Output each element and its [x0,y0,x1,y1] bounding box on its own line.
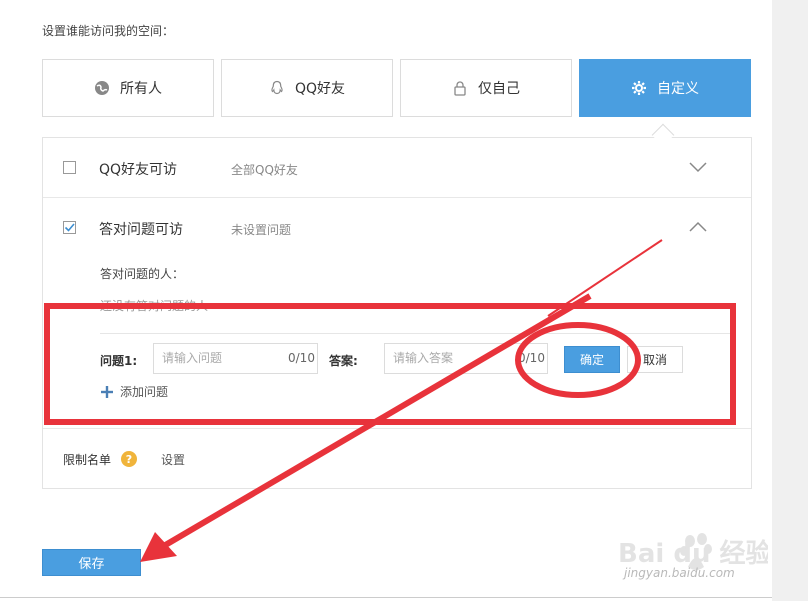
answer-question-row-subtitle: 未设置问题 [231,223,292,237]
plus-icon [101,385,113,398]
option-only-me-label: 仅自己 [478,81,520,97]
answer-label: 答案: [329,354,358,368]
help-icon[interactable]: ? [121,451,137,467]
option-qq-friends-label: QQ好友 [294,81,346,97]
qq-friends-checkbox[interactable] [63,161,76,174]
no-answerers-text: 还没有答对问题的人 [100,299,209,313]
question-placeholder: 请输入问题 [162,351,223,365]
add-question-button[interactable]: 添加问题 [100,383,168,400]
add-question-label: 添加问题 [120,385,169,399]
answer-counter: 0/10 [518,351,545,365]
row-divider [43,197,751,198]
answer-placeholder: 请输入答案 [393,351,454,365]
qq-penguin-icon [271,80,283,95]
option-custom-label: 自定义 [657,81,699,97]
chevron-down-icon[interactable] [688,161,708,173]
watermark-brand: Bai du 经验 [618,538,768,569]
option-everyone-label: 所有人 [120,81,162,97]
right-gutter [772,0,808,601]
limit-list-label: 限制名单 [63,453,112,467]
qq-friends-row-title: QQ好友可访 [99,162,178,178]
answer-question-row-title: 答对问题可访 [99,222,183,238]
annotation-arrow-head [140,532,177,562]
row-divider [43,428,751,429]
qq-friends-row-subtitle: 全部QQ好友 [231,163,298,177]
cancel-button[interactable]: 取消 [627,346,683,373]
watermark-url: jingyan.baidu.com [624,566,735,580]
bottom-border [0,597,772,598]
gear-icon [632,81,646,95]
lock-icon [454,81,466,96]
answer-question-checkbox[interactable] [63,221,76,234]
option-only-me[interactable]: 仅自己 [400,59,572,117]
question-label: 问题1: [100,354,138,368]
limit-list-set-link[interactable]: 设置 [161,451,185,468]
access-setting-label: 设置谁能访问我的空间： [42,24,175,38]
question-counter: 0/10 [288,351,315,365]
confirm-button[interactable]: 确定 [564,346,620,373]
answerers-label: 答对问题的人： [100,267,185,281]
option-qq-friends[interactable]: QQ好友 [221,59,393,117]
checkmark-icon [64,223,75,232]
chevron-up-icon[interactable] [688,221,708,233]
globe-icon [95,81,109,95]
save-button[interactable]: 保存 [42,549,141,576]
option-custom[interactable]: 自定义 [579,59,751,117]
form-divider [100,333,730,334]
option-everyone[interactable]: 所有人 [42,59,214,117]
